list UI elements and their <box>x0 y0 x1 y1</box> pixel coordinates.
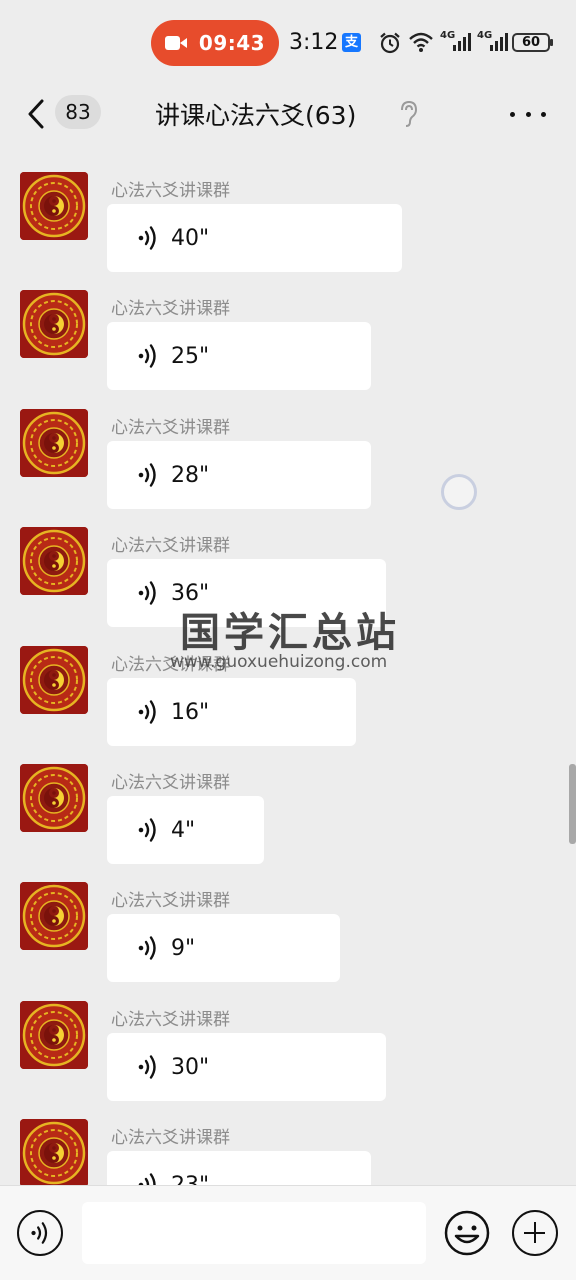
watermark-title: 国学汇总站 <box>180 610 400 656</box>
voice-wave-icon <box>138 700 156 724</box>
loading-spinner <box>441 474 477 510</box>
input-bar <box>0 1185 576 1280</box>
group-avatar[interactable] <box>20 290 88 358</box>
voice-message-bubble[interactable]: 16" <box>107 678 356 746</box>
sender-name: 心法六爻讲课群 <box>111 1128 230 1148</box>
voice-duration: 9" <box>171 935 196 961</box>
sender-name: 心法六爻讲课群 <box>111 536 230 556</box>
sender-name: 心法六爻讲课群 <box>111 891 230 911</box>
chat-title: 讲课心法六爻(63) <box>155 101 357 130</box>
voice-message-bubble[interactable]: 28" <box>107 441 371 509</box>
message-row: 心法六爻讲课群 28" <box>0 387 576 509</box>
voice-message-bubble[interactable]: 25" <box>107 322 371 390</box>
message-row: 心法六爻讲课群 23" <box>0 1097 576 1185</box>
ear-icon <box>401 100 418 127</box>
ongoing-call-pill[interactable]: 09:43 <box>151 20 279 66</box>
voice-duration: 28" <box>171 462 210 488</box>
plus-icon[interactable] <box>512 1210 558 1256</box>
alarm-icon <box>380 32 400 54</box>
message-row: 心法六爻讲课群 40" <box>0 150 576 272</box>
voice-duration: 16" <box>171 699 210 725</box>
voice-duration: 40" <box>171 225 210 251</box>
unread-count-badge[interactable]: 83 <box>55 95 101 129</box>
message-row: 心法六爻讲课群 9" <box>0 860 576 982</box>
more-icon-dot <box>541 111 546 117</box>
voice-wave-icon <box>138 1173 156 1185</box>
group-avatar[interactable] <box>20 409 88 477</box>
voice-message-bubble[interactable]: 4" <box>107 796 264 864</box>
voice-wave-icon <box>138 936 156 960</box>
message-row: 心法六爻讲课群 25" <box>0 268 576 390</box>
more-icon-dot <box>510 111 515 117</box>
voice-message-bubble[interactable]: 40" <box>107 204 402 272</box>
voice-toggle-button[interactable] <box>17 1210 63 1256</box>
sender-name: 心法六爻讲课群 <box>111 181 230 201</box>
voice-wave-icon <box>138 581 156 605</box>
voice-duration: 30" <box>171 1054 210 1080</box>
voice-wave-icon <box>138 1055 156 1079</box>
group-avatar[interactable] <box>20 527 88 595</box>
sender-name: 心法六爻讲课群 <box>111 418 230 438</box>
voice-toggle-icon <box>31 1222 48 1244</box>
group-avatar[interactable] <box>20 172 88 240</box>
voice-message-bubble[interactable]: 9" <box>107 914 340 982</box>
group-avatar[interactable] <box>20 882 88 950</box>
emoji-icon[interactable] <box>444 1210 490 1256</box>
voice-wave-icon <box>138 463 156 487</box>
signal-icon <box>453 33 471 51</box>
chat-screen: 09:43 3:12 支 4G 4G 60 83 讲课心法六爻(63) 心法六爻… <box>0 0 576 1280</box>
voice-duration: 4" <box>171 817 196 843</box>
status-bar: 09:43 3:12 支 4G 4G 60 <box>0 0 576 82</box>
watermark-url: www.guoxuehuizong.com <box>170 652 388 672</box>
battery-icon: 60 <box>512 33 553 52</box>
voice-message-bubble[interactable]: 23" <box>107 1151 371 1185</box>
more-options-button[interactable] <box>510 102 546 126</box>
video-call-icon <box>164 36 187 50</box>
voice-duration: 25" <box>171 343 210 369</box>
group-avatar[interactable] <box>20 646 88 714</box>
clock: 3:12 <box>289 30 339 55</box>
chat-header: 83 讲课心法六爻(63) <box>0 82 576 148</box>
signal-icon-2 <box>490 33 508 51</box>
group-avatar[interactable] <box>20 1119 88 1185</box>
wifi-icon <box>409 32 433 52</box>
back-chevron-icon[interactable] <box>22 96 52 132</box>
group-avatar[interactable] <box>20 764 88 832</box>
message-input[interactable] <box>82 1202 426 1264</box>
sender-name: 心法六爻讲课群 <box>111 299 230 319</box>
message-row: 心法六爻讲课群 4" <box>0 742 576 864</box>
voice-duration: 23" <box>171 1172 210 1186</box>
more-icon-dot <box>525 111 531 117</box>
voice-wave-icon <box>138 344 156 368</box>
group-avatar[interactable] <box>20 1001 88 1069</box>
voice-wave-icon <box>138 226 156 250</box>
call-timer: 09:43 <box>198 31 266 55</box>
sender-name: 心法六爻讲课群 <box>111 773 230 793</box>
voice-message-bubble[interactable]: 30" <box>107 1033 386 1101</box>
voice-wave-icon <box>138 818 156 842</box>
alipay-icon: 支 <box>342 33 361 52</box>
scrollbar[interactable] <box>569 764 576 844</box>
sender-name: 心法六爻讲课群 <box>111 1010 230 1030</box>
message-row: 心法六爻讲课群 30" <box>0 979 576 1101</box>
